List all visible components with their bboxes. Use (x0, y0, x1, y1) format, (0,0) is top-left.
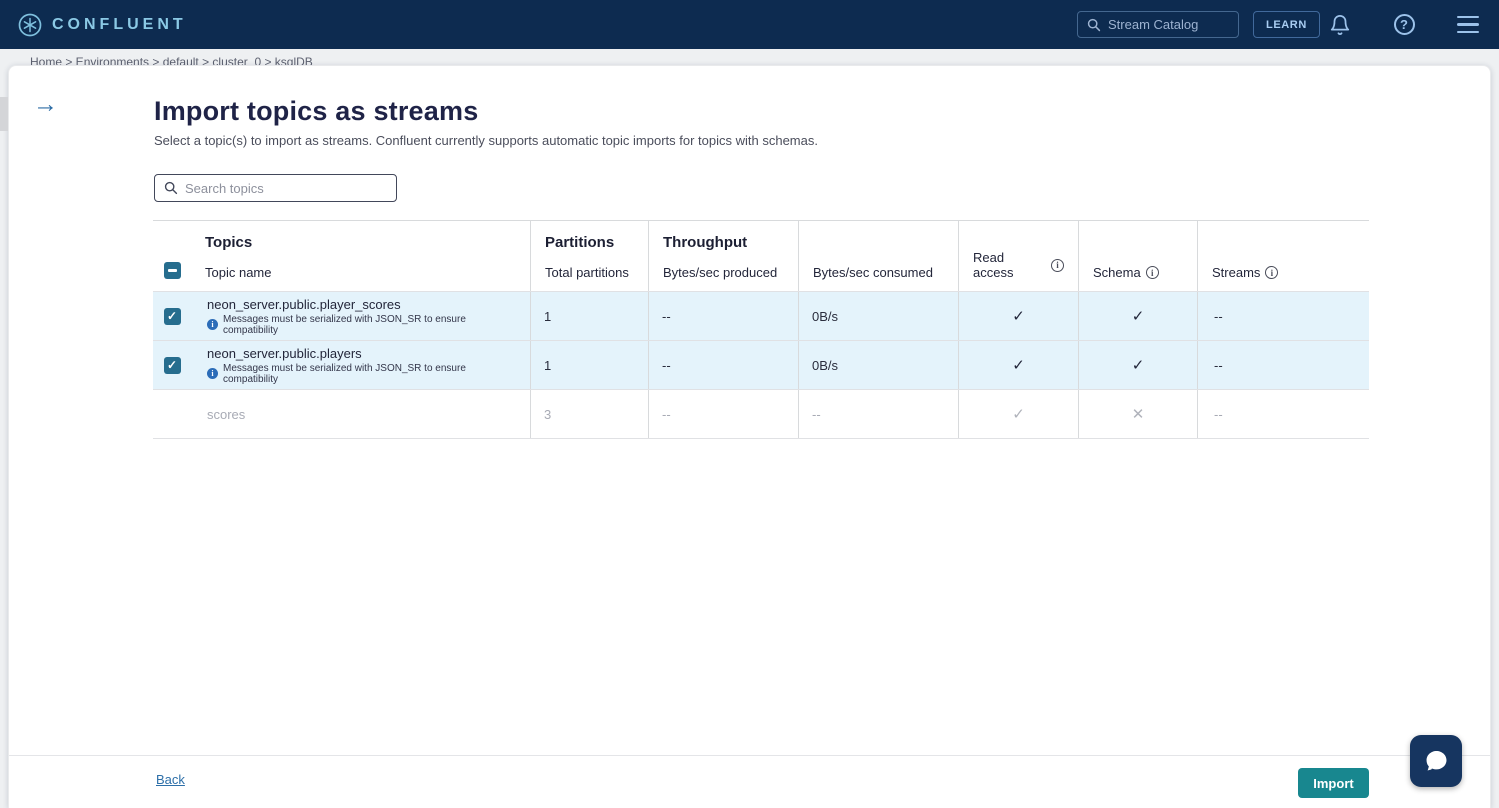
table-row[interactable]: ✓ neon_server.public.player_scores Messa… (153, 292, 1369, 341)
header-bytes-consumed: Bytes/sec consumed (799, 221, 959, 291)
topics-table: Topics Topic name Partitions Total parti… (153, 220, 1369, 439)
bytes-produced-cell: -- (649, 341, 799, 389)
column-label-schema: Schema (1093, 265, 1141, 280)
search-topics-placeholder: Search topics (185, 181, 264, 196)
column-label-total-partitions: Total partitions (545, 265, 634, 280)
group-label-throughput: Throughput (663, 234, 784, 251)
top-navbar: CONFLUENT Stream Catalog LEARN ? (0, 0, 1499, 49)
bytes-consumed-cell: -- (799, 390, 959, 438)
row-checkbox[interactable]: ✓ (164, 308, 181, 325)
topic-name: neon_server.public.players (207, 346, 362, 361)
topic-cell: scores (191, 390, 531, 438)
table-body: ✓ neon_server.public.player_scores Messa… (153, 292, 1369, 439)
page-subtitle: Select a topic(s) to import as streams. … (154, 133, 818, 148)
info-icon[interactable] (1146, 266, 1159, 279)
search-topics-input[interactable]: Search topics (154, 174, 397, 202)
question-mark-icon: ? (1394, 14, 1415, 35)
bytes-produced-cell: -- (649, 390, 799, 438)
confluent-starburst-icon (18, 13, 42, 37)
read-access-cell: ✓ (959, 292, 1079, 340)
row-checkbox-cell (153, 390, 191, 438)
checkmark-icon: ✓ (167, 310, 177, 322)
column-label-streams: Streams (1212, 265, 1260, 280)
search-icon (1087, 18, 1101, 32)
read-access-status-icon: ✓ (1012, 356, 1025, 374)
column-label-bytes-consumed: Bytes/sec consumed (813, 265, 944, 280)
stream-catalog-search[interactable]: Stream Catalog (1077, 11, 1239, 38)
read-access-status-icon: ✓ (1012, 405, 1025, 423)
notifications-button[interactable] (1320, 0, 1360, 49)
read-access-cell: ✓ (959, 341, 1079, 389)
search-icon (164, 181, 178, 195)
import-topics-panel: → Import topics as streams Select a topi… (8, 65, 1491, 808)
topic-cell: neon_server.public.player_scores Message… (191, 292, 531, 340)
bell-icon (1329, 14, 1351, 36)
bytes-consumed-cell: 0B/s (799, 341, 959, 389)
chat-widget-button[interactable] (1410, 735, 1462, 787)
select-all-checkbox[interactable] (164, 262, 181, 279)
topic-note: Messages must be serialized with JSON_SR… (207, 363, 517, 385)
table-row: scores 3 -- -- ✓ ✕ -- (153, 390, 1369, 439)
streams-cell: -- (1198, 292, 1369, 340)
hamburger-icon (1457, 16, 1479, 34)
schema-status-icon: ✓ (1132, 307, 1145, 325)
column-label-bytes-produced: Bytes/sec produced (663, 265, 784, 280)
table-header: Topics Topic name Partitions Total parti… (153, 221, 1369, 292)
header-schema: Schema (1079, 221, 1198, 291)
group-label-partitions: Partitions (545, 234, 634, 251)
row-checkbox[interactable]: ✓ (164, 357, 181, 374)
info-icon (207, 368, 218, 379)
page-title: Import topics as streams (154, 96, 478, 127)
header-partitions: Partitions Total partitions (531, 221, 649, 291)
info-icon[interactable] (1265, 266, 1278, 279)
group-label-topics: Topics (205, 234, 516, 251)
topic-cell: neon_server.public.players Messages must… (191, 341, 531, 389)
header-streams: Streams (1198, 221, 1369, 291)
header-topics: Topics Topic name (191, 221, 531, 291)
row-checkbox-cell: ✓ (153, 341, 191, 389)
header-checkbox-cell (153, 221, 191, 291)
topic-note-text: Messages must be serialized with JSON_SR… (223, 314, 517, 336)
topic-name: scores (207, 407, 245, 422)
streams-cell: -- (1198, 341, 1369, 389)
column-label-read-access: Read access (973, 250, 1046, 280)
schema-status-icon: ✓ (1132, 356, 1145, 374)
header-read-access: Read access (959, 221, 1079, 291)
streams-cell: -- (1198, 390, 1369, 438)
bytes-consumed-cell: 0B/s (799, 292, 959, 340)
topic-note-text: Messages must be serialized with JSON_SR… (223, 363, 517, 385)
back-link[interactable]: Back (156, 772, 185, 787)
schema-status-icon: ✕ (1132, 405, 1145, 423)
info-icon (207, 319, 218, 330)
row-checkbox-cell: ✓ (153, 292, 191, 340)
main-menu-button[interactable] (1448, 0, 1488, 49)
topic-note: Messages must be serialized with JSON_SR… (207, 314, 517, 336)
confluent-logo[interactable]: CONFLUENT (18, 13, 187, 37)
info-icon[interactable] (1051, 259, 1064, 272)
partitions-cell: 3 (531, 390, 649, 438)
checkmark-icon: ✓ (167, 359, 177, 371)
schema-cell: ✕ (1079, 390, 1198, 438)
stream-catalog-placeholder: Stream Catalog (1108, 17, 1198, 32)
collapse-panel-arrow-icon[interactable]: → (33, 92, 58, 117)
page-edge-tab (0, 97, 8, 131)
bytes-produced-cell: -- (649, 292, 799, 340)
table-row[interactable]: ✓ neon_server.public.players Messages mu… (153, 341, 1369, 390)
partitions-cell: 1 (531, 341, 649, 389)
help-button[interactable]: ? (1384, 0, 1424, 49)
brand-wordmark: CONFLUENT (52, 16, 187, 34)
column-label-topic-name: Topic name (205, 265, 516, 280)
import-button[interactable]: Import (1298, 768, 1369, 798)
schema-cell: ✓ (1079, 292, 1198, 340)
schema-cell: ✓ (1079, 341, 1198, 389)
read-access-status-icon: ✓ (1012, 307, 1025, 325)
topic-name: neon_server.public.player_scores (207, 297, 401, 312)
indeterminate-mark-icon (168, 269, 177, 272)
panel-footer: Back Import (9, 755, 1490, 808)
partitions-cell: 1 (531, 292, 649, 340)
speech-bubble-icon (1422, 747, 1450, 775)
learn-button[interactable]: LEARN (1253, 11, 1320, 38)
read-access-cell: ✓ (959, 390, 1079, 438)
header-bytes-produced: Throughput Bytes/sec produced (649, 221, 799, 291)
